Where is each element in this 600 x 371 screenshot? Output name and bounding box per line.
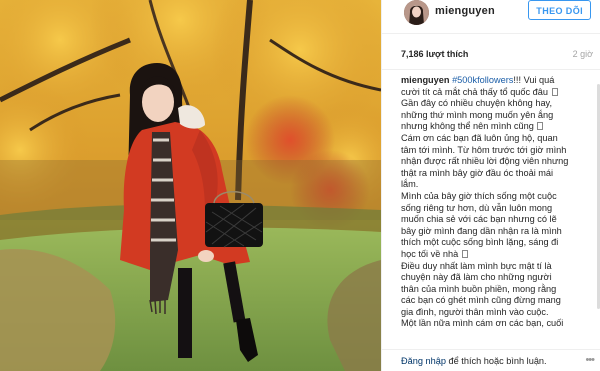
post-side-panel: mienguyen THEO DÕI 7,186 lượt thích 2 gi… (381, 0, 600, 371)
post-header: mienguyen THEO DÕI (382, 0, 600, 34)
post-photo[interactable] (0, 0, 381, 371)
follow-button[interactable]: THEO DÕI (528, 0, 591, 20)
caption-line: nhận được rất nhiều lời động viên nhưng (401, 156, 569, 167)
caption-line: bây giờ mình đang dần nhận ra là mình (401, 225, 562, 236)
photo-image (0, 0, 381, 371)
instagram-post: mienguyen THEO DÕI 7,186 lượt thích 2 gi… (0, 0, 600, 371)
caption-line: cười tít cả mắt chả thấy tổ quốc đâu (401, 87, 593, 99)
caption-line: những thứ mình mong muốn yên ắng (401, 109, 554, 120)
caption-line: Cám ơn các bạn đã luôn ủng hộ, quan (401, 132, 558, 143)
caption-line: mienguyen #500kfollowers!!! Vui quá (401, 75, 593, 87)
caption-line: các bạn có ghét mình cũng đừng mang (401, 295, 561, 306)
caption-text: nhưng không thể nên mình cũng (401, 121, 534, 132)
caption-hashtag[interactable]: #500kfollowers (452, 75, 513, 85)
like-count[interactable]: 7,186 lượt thích (401, 49, 468, 59)
caption-line: chuyện này đã làm cho những người (401, 272, 552, 283)
caption-text: học tối về nhà (401, 248, 459, 259)
login-prompt-text: để thích hoặc bình luận. (445, 356, 547, 366)
login-prompt: Đăng nhập để thích hoặc bình luận. (401, 356, 547, 366)
caption-line: thân của mình buồn phiền, mong rằng (401, 283, 557, 294)
emoji-placeholder-icon (537, 122, 544, 131)
caption-text: !!! Vui quá (513, 75, 555, 85)
caption-line: Gần đây có nhiều chuyện không hay, (401, 98, 553, 109)
caption-line: Một lần nữa mình cám ơn các bạn, cuối (401, 318, 564, 329)
avatar-image (404, 0, 429, 25)
caption-line: muốn chia sẻ với các bạn nhưng có lẽ (401, 214, 557, 225)
more-dots-icon[interactable]: ••• (585, 354, 595, 366)
post-footer: Đăng nhập để thích hoặc bình luận. ••• (382, 349, 600, 371)
emoji-placeholder-icon (551, 87, 558, 96)
emoji-placeholder-icon (461, 249, 468, 258)
caption-line: thật ra mình bây giờ đầu óc thoải mái (401, 167, 554, 178)
caption-username[interactable]: mienguyen (401, 75, 450, 85)
caption-line: tâm tới mình. Từ hôm trước tới giờ mình (401, 144, 567, 155)
avatar[interactable] (404, 0, 429, 25)
caption-line: lắm. (401, 179, 419, 190)
post-timestamp[interactable]: 2 giờ (573, 49, 593, 59)
likes-row: 7,186 lượt thích 2 giờ (382, 34, 600, 70)
login-link[interactable]: Đăng nhập (401, 356, 446, 366)
caption-line: Mình của bây giờ thích sống một cuộc (401, 190, 557, 201)
caption-line: học tối về nhà (401, 249, 593, 261)
caption-line: gia đình, người thân mình vào cuộc. (401, 306, 549, 317)
caption-line: Điều duy nhất làm mình bực mật tí là (401, 260, 552, 271)
username-link[interactable]: mienguyen (435, 5, 495, 17)
caption: mienguyen #500kfollowers!!! Vui quá cười… (401, 75, 593, 330)
caption-line: nhưng không thể nên mình cũng (401, 121, 593, 133)
caption-text: cười tít cả mắt chả thấy tổ quốc đâu (401, 86, 548, 97)
caption-line: sống riêng tư hơn, dù vẫn luôn mong (401, 202, 553, 213)
caption-line: thích một cuộc sống bình lặng, sáng đi (401, 237, 559, 248)
